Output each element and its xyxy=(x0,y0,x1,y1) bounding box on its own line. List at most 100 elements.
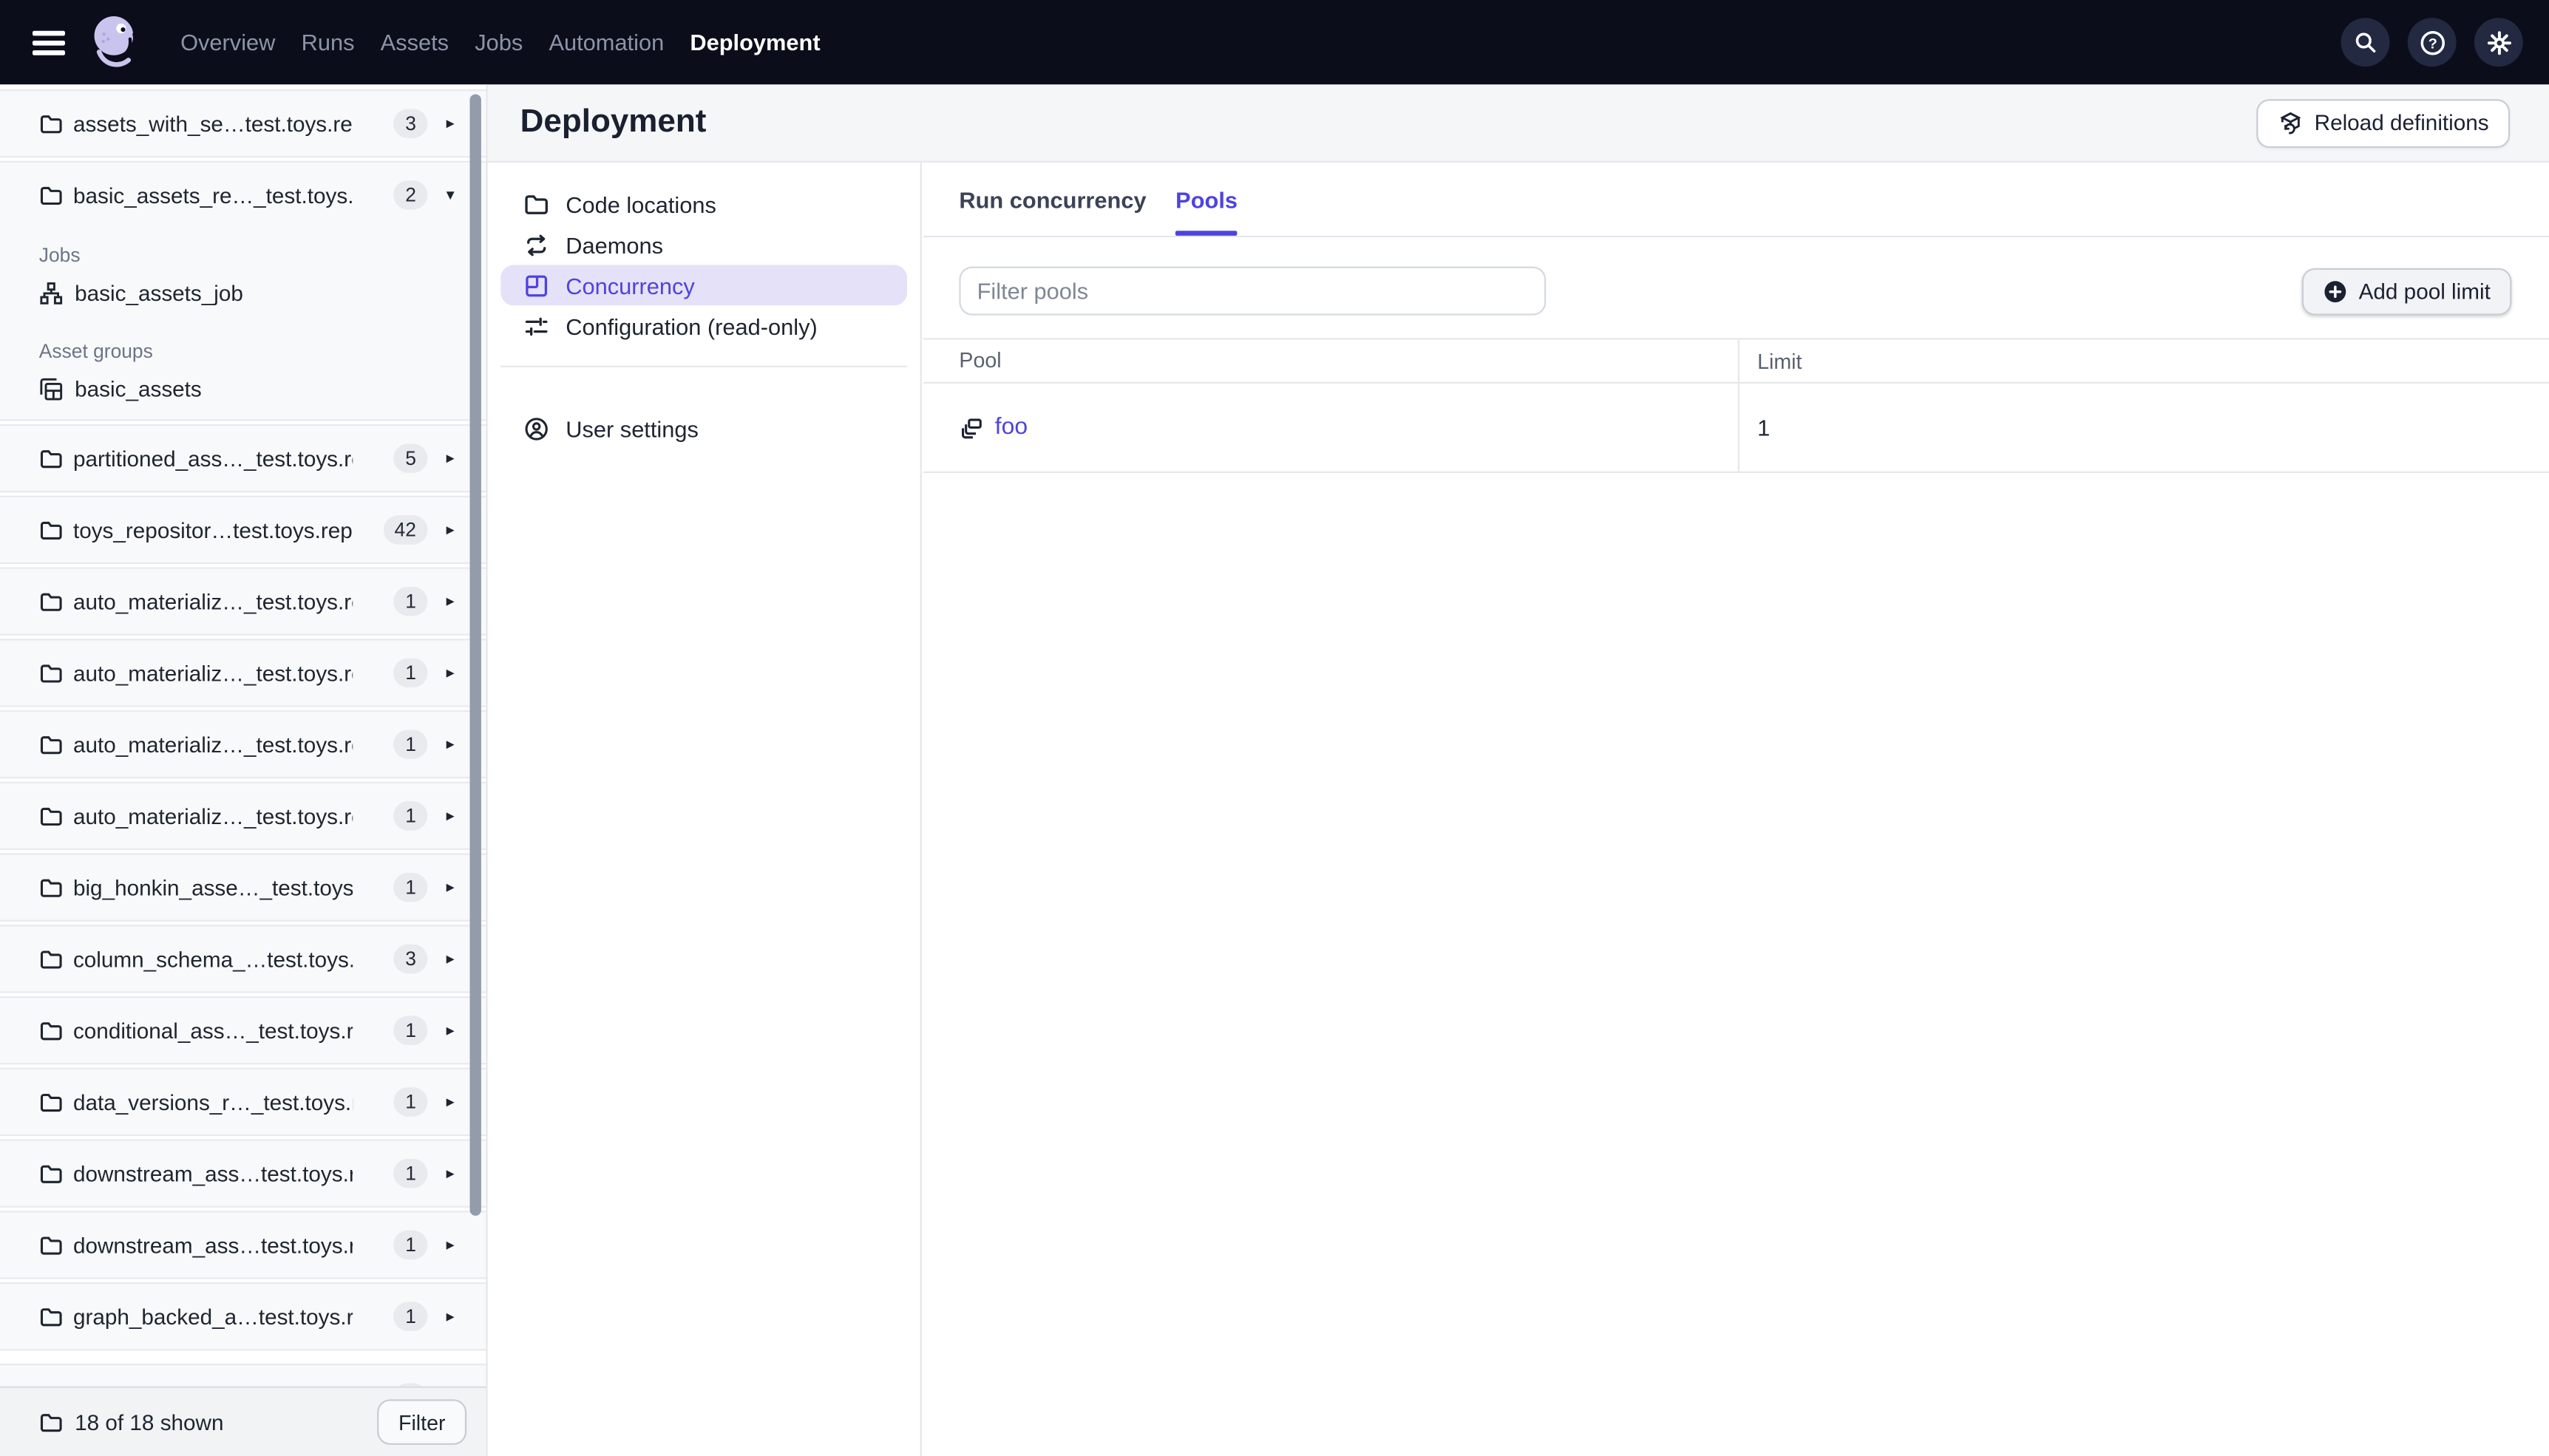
sidebar-item[interactable]: partitioned_ass…_test.toys.rep 5 ▸ xyxy=(0,426,486,491)
limit-value: 1 xyxy=(1757,414,1771,440)
count-badge: 5 xyxy=(393,443,428,473)
settings-nav-item-code-locations[interactable]: Code locations xyxy=(500,183,907,224)
settings-nav-item-daemons[interactable]: Daemons xyxy=(500,224,907,265)
caret-right-icon[interactable]: ▸ xyxy=(434,1307,466,1325)
sidebar-item[interactable]: downstream_ass…test.toys.rep 1 ▸ xyxy=(0,1141,486,1206)
caret-right-icon[interactable]: ▸ xyxy=(434,664,466,681)
count-badge: 2 xyxy=(393,180,428,210)
sidebar-item[interactable]: toys_repositor…test.toys.repo 42 ▸ xyxy=(0,497,486,562)
folder-icon xyxy=(39,803,64,828)
filter-pools-input[interactable] xyxy=(959,266,1547,316)
nav-item-assets[interactable]: Assets xyxy=(381,30,449,55)
sidebar-item[interactable]: conditional_ass…_test.toys.repo 1 ▸ xyxy=(0,998,486,1063)
folder-icon xyxy=(39,1304,64,1329)
caret-down-icon[interactable]: ▾ xyxy=(434,186,466,204)
user-icon xyxy=(523,415,549,441)
pool-link[interactable]: foo xyxy=(995,415,1028,440)
repo-name: toys_repositor…test.toys.repo xyxy=(72,517,353,542)
count-badge: 3 xyxy=(393,109,428,138)
pools-table: Pool Limit foo 1 xyxy=(923,338,2549,473)
nav-item-deployment[interactable]: Deployment xyxy=(690,30,820,55)
sliders-icon xyxy=(523,313,549,339)
settings-button[interactable] xyxy=(2474,18,2523,67)
tab-label: Run concurrency xyxy=(959,186,1147,212)
sidebar-item[interactable]: auto_materializ…_test.toys.repo 1 ▸ xyxy=(0,640,486,705)
settings-nav-item-concurrency[interactable]: Concurrency xyxy=(500,265,908,306)
help-button[interactable]: ? xyxy=(2407,18,2457,67)
search-button[interactable] xyxy=(2341,18,2390,67)
caret-right-icon[interactable]: ▸ xyxy=(434,1021,466,1039)
nav-item-runs[interactable]: Runs xyxy=(302,30,355,55)
sidebar-item[interactable]: auto_materializ…_test.toys.repo 1 ▸ xyxy=(0,712,486,777)
settings-nav-item-configuration[interactable]: Configuration (read-only) xyxy=(500,305,907,346)
caret-right-icon[interactable]: ▸ xyxy=(434,807,466,825)
folder-icon xyxy=(523,191,549,217)
daemons-icon xyxy=(523,231,549,257)
gear-icon xyxy=(2485,28,2512,55)
dagster-app: Overview Runs Assets Jobs Automation Dep… xyxy=(0,0,2549,1456)
folder-icon xyxy=(39,183,64,207)
asset-group-name: basic_assets xyxy=(75,376,202,401)
folder-icon xyxy=(39,589,64,613)
sidebar-item[interactable]: graph_backed_a…test.toys.repo 1 ▸ xyxy=(0,1284,486,1349)
reload-definitions-button[interactable]: Reload definitions xyxy=(2256,98,2511,148)
folder-icon xyxy=(39,732,64,757)
nav-item-automation[interactable]: Automation xyxy=(549,30,664,55)
caret-right-icon[interactable]: ▸ xyxy=(434,879,466,897)
tab-run-concurrency[interactable]: Run concurrency xyxy=(959,163,1146,236)
plus-circle-icon xyxy=(2323,279,2347,304)
caret-right-icon[interactable]: ▸ xyxy=(434,1165,466,1183)
repo-name: downstream_ass…test.toys.rep xyxy=(72,1232,353,1257)
folder-icon xyxy=(39,517,64,542)
nav-item-overview[interactable]: Overview xyxy=(180,30,275,55)
repo-name: auto_materializ…_test.toys.repo xyxy=(72,803,353,829)
search-icon xyxy=(2352,30,2378,55)
filter-button[interactable]: Filter xyxy=(377,1399,467,1445)
job-item[interactable]: basic_assets_job xyxy=(0,275,486,310)
caret-right-icon[interactable]: ▸ xyxy=(434,593,466,610)
jobs-section-label: Jobs xyxy=(38,243,81,267)
sidebar-scrollbar[interactable] xyxy=(469,94,481,1216)
folder-icon xyxy=(39,446,64,471)
repo-name: graph_backed_a…test.toys.repo xyxy=(72,1304,353,1329)
settings-nav-item-user-settings[interactable]: User settings xyxy=(500,408,907,449)
sidebar-item[interactable]: column_schema_…test.toys.rep 3 ▸ xyxy=(0,926,486,991)
settings-nav-label: Code locations xyxy=(566,191,716,217)
top-nav: Overview Runs Assets Jobs Automation Dep… xyxy=(0,0,2549,85)
nav-item-jobs[interactable]: Jobs xyxy=(475,30,523,55)
dagster-logo-icon[interactable] xyxy=(86,11,142,73)
job-icon xyxy=(39,280,64,305)
menu-icon[interactable] xyxy=(32,30,65,55)
sidebar-item[interactable]: assets_with_se…test.toys.repo 3 ▸ xyxy=(0,91,486,156)
repo-name: partitioned_ass…_test.toys.rep xyxy=(72,446,353,471)
tab-pools[interactable]: Pools xyxy=(1175,163,1238,236)
sidebar-item[interactable]: data_versions_r…_test.toys.rep 1 ▸ xyxy=(0,1069,486,1134)
folder-icon xyxy=(39,1410,64,1435)
caret-right-icon[interactable]: ▸ xyxy=(434,1236,466,1253)
reload-code-location-icon xyxy=(2277,109,2303,135)
primary-nav: Overview Runs Assets Jobs Automation Dep… xyxy=(180,30,821,55)
count-badge: 1 xyxy=(393,586,428,616)
caret-right-icon[interactable]: ▸ xyxy=(434,521,466,539)
asset-group-item[interactable]: basic_assets xyxy=(0,370,486,406)
caret-right-icon[interactable]: ▸ xyxy=(434,115,466,132)
sidebar-item[interactable]: downstream_ass…test.toys.rep 1 ▸ xyxy=(0,1212,486,1277)
settings-nav-divider xyxy=(500,365,908,367)
folder-icon xyxy=(39,1018,64,1043)
svg-text:?: ? xyxy=(2428,35,2437,51)
sidebar-item[interactable]: auto_materializ…_test.toys.repo 1 ▸ xyxy=(0,783,486,848)
sidebar-item[interactable]: auto_materializ…_test.toys.repo 1 ▸ xyxy=(0,569,486,634)
column-header-limit: Limit xyxy=(1757,348,1802,373)
expanded-repo-group: basic_assets_re…_test.toys.rep 2 ▾ Jobs … xyxy=(0,160,486,421)
sidebar-item[interactable]: basic_assets_re…_test.toys.rep 2 ▾ xyxy=(0,163,486,228)
folder-icon xyxy=(39,661,64,685)
sidebar-item[interactable]: big_honkin_asse…_test.toys.rep 1 ▸ xyxy=(0,855,486,920)
caret-right-icon[interactable]: ▸ xyxy=(434,449,466,467)
count-badge: 1 xyxy=(393,1087,428,1117)
caret-right-icon[interactable]: ▸ xyxy=(434,1093,466,1111)
repo-name: assets_with_se…test.toys.repo xyxy=(72,111,353,136)
add-pool-limit-button[interactable]: Add pool limit xyxy=(2301,268,2512,316)
nav-actions: ? xyxy=(2341,18,2523,67)
caret-right-icon[interactable]: ▸ xyxy=(434,735,466,753)
caret-right-icon[interactable]: ▸ xyxy=(434,950,466,967)
